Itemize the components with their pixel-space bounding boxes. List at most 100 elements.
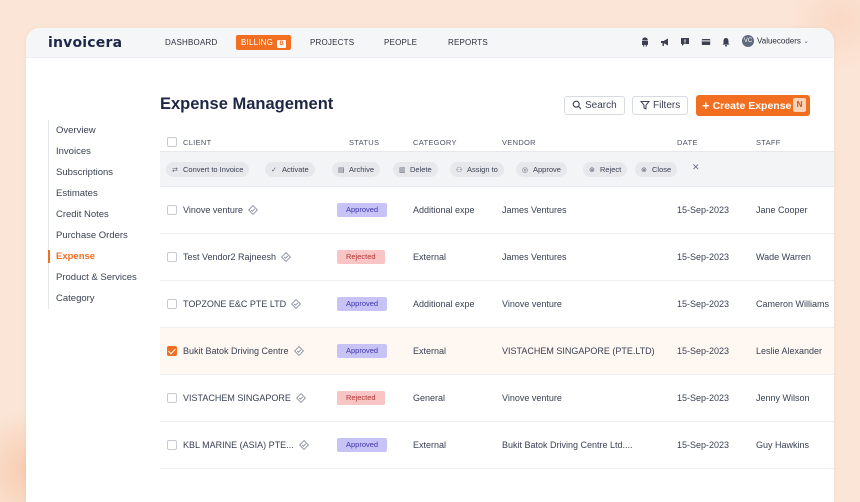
cell-vendor: James Ventures: [502, 252, 567, 262]
cell-vendor: Bukit Batok Driving Centre Ltd....: [502, 440, 633, 450]
nav-people[interactable]: PEOPLE: [384, 38, 417, 47]
search-button[interactable]: Search: [564, 96, 625, 115]
android-icon[interactable]: [640, 37, 650, 47]
cell-client[interactable]: VISTACHEM SINGAPORE: [183, 393, 306, 403]
archive-icon: ▤: [338, 167, 345, 174]
convert-to-invoice-button[interactable]: ⇄ Convert to Invoice: [166, 162, 250, 177]
col-vendor[interactable]: VENDOR: [502, 138, 536, 147]
cell-staff: Cameron Williams: [756, 299, 830, 309]
sidebar-item-overview[interactable]: Overview: [49, 120, 148, 141]
status-badge: Rejected: [337, 250, 385, 264]
table-row[interactable]: Test Vendor2 Rajneesh Rejected External Jam…: [160, 234, 834, 281]
approve-button[interactable]: ◎ Approve: [516, 162, 567, 177]
row-checkbox[interactable]: [167, 205, 177, 215]
expense-table: CLIENT STATUS CATEGORY VENDOR DATE STAFF…: [160, 132, 834, 469]
approve-icon: ◎: [522, 167, 529, 174]
cell-category: External: [413, 440, 447, 450]
table-body: Vinove venture Approved Additional expe Jam…: [160, 187, 834, 469]
user-menu[interactable]: VC Valuecoders ⌄: [742, 35, 809, 47]
table-row[interactable]: VISTACHEM SINGAPORE Rejected General Vinove…: [160, 375, 834, 422]
col-category[interactable]: CATEGORY: [413, 138, 457, 147]
verified-icon: [291, 299, 302, 309]
select-all-checkbox[interactable]: [167, 137, 177, 147]
table-header: CLIENT STATUS CATEGORY VENDOR DATE STAFF: [160, 132, 834, 152]
cell-client[interactable]: Test Vendor2 Rajneesh: [183, 252, 292, 262]
sidebar-item-invoices[interactable]: Invoices: [49, 141, 148, 162]
assign-label: Assign to: [467, 165, 498, 174]
close-button[interactable]: ⊗ Close: [635, 162, 678, 177]
row-checkbox[interactable]: [167, 393, 177, 403]
sidebar-item-expense[interactable]: Expense: [48, 246, 148, 267]
col-staff[interactable]: STAFF: [756, 138, 781, 147]
row-checkbox[interactable]: [167, 299, 177, 309]
sidebar-item-credit-notes[interactable]: Credit Notes: [49, 204, 148, 225]
convert-icon: ⇄: [172, 167, 178, 174]
table-row[interactable]: KBL MARINE (ASIA) PTE... Approved External…: [160, 422, 834, 469]
row-checkbox[interactable]: [167, 440, 177, 450]
cell-client[interactable]: TOPZONE E&C PTE LTD: [183, 299, 302, 309]
row-checkbox[interactable]: [167, 252, 177, 262]
plus-icon: +: [702, 98, 710, 113]
user-name: Valuecoders: [757, 36, 801, 46]
cell-date: 15-Sep-2023: [677, 440, 730, 450]
status-badge: Approved: [337, 438, 388, 452]
app-logo[interactable]: invoicera: [48, 35, 122, 51]
sidebar-item-purchase-orders[interactable]: Purchase Orders: [49, 225, 148, 246]
app-window: invoicera DASHBOARD BILLING B PROJECTS PE…: [26, 28, 834, 502]
cell-vendor: James Ventures: [502, 205, 567, 215]
delete-button[interactable]: ▥ Delete: [393, 162, 438, 177]
card-icon[interactable]: [701, 37, 711, 47]
sidebar-item-product-services[interactable]: Product & Services: [49, 267, 148, 288]
reject-button[interactable]: ⊗ Reject: [583, 162, 628, 177]
activate-button[interactable]: ✓ Activate: [265, 162, 315, 177]
cell-category: External: [413, 346, 447, 356]
cell-staff: Jane Cooper: [756, 205, 808, 215]
sidebar-item-category[interactable]: Category: [49, 288, 148, 309]
bulk-action-bar: ⇄ Convert to Invoice ✓ Activate ▤ Archive ▥…: [160, 152, 834, 187]
cell-client[interactable]: Vinove venture: [183, 205, 258, 215]
close-icon[interactable]: ✕: [692, 162, 700, 173]
sidebar-item-subscriptions[interactable]: Subscriptions: [49, 162, 148, 183]
client-name: Vinove venture: [183, 205, 243, 215]
search-label: Search: [585, 100, 617, 111]
sidebar: Overview Invoices Subscriptions Estimate…: [48, 120, 148, 309]
cell-staff: Wade Warren: [756, 252, 811, 262]
nav-reports[interactable]: REPORTS: [448, 38, 488, 47]
help-icon[interactable]: [680, 37, 690, 47]
reject-label: Reject: [600, 165, 622, 174]
col-status[interactable]: STATUS: [349, 138, 379, 147]
col-date[interactable]: DATE: [677, 138, 698, 147]
client-name: TOPZONE E&C PTE LTD: [183, 299, 287, 309]
trash-icon: ▥: [399, 167, 406, 174]
cell-staff: Jenny Wilson: [756, 393, 810, 403]
megaphone-icon[interactable]: [660, 37, 670, 47]
nav-billing[interactable]: BILLING B: [236, 35, 292, 50]
archive-button[interactable]: ▤ Archive: [332, 162, 381, 177]
row-checkbox[interactable]: [167, 346, 177, 356]
nav-dashboard[interactable]: DASHBOARD: [165, 38, 217, 47]
status-badge: Rejected: [337, 391, 385, 405]
table-row[interactable]: Bukit Batok Driving Centre Approved Extern…: [160, 328, 834, 375]
cell-date: 15-Sep-2023: [677, 252, 730, 262]
sidebar-item-estimates[interactable]: Estimates: [49, 183, 148, 204]
table-row[interactable]: Vinove venture Approved Additional expe Jam…: [160, 187, 834, 234]
table-row[interactable]: TOPZONE E&C PTE LTD Approved Additional ex…: [160, 281, 834, 328]
col-client[interactable]: CLIENT: [183, 138, 211, 147]
client-name: VISTACHEM SINGAPORE: [183, 393, 291, 403]
chevron-down-icon: ⌄: [803, 38, 809, 45]
cell-vendor: VISTACHEM SINGAPORE (PTE.LTD): [502, 346, 655, 356]
cell-category: External: [413, 252, 447, 262]
cell-client[interactable]: KBL MARINE (ASIA) PTE...: [183, 440, 309, 450]
filters-button[interactable]: Filters: [632, 96, 689, 115]
nav-billing-label: BILLING: [241, 38, 274, 47]
cell-client[interactable]: Bukit Batok Driving Centre: [183, 346, 304, 356]
create-expense-label: Create Expense: [712, 100, 792, 112]
users-icon: ⚇: [456, 167, 463, 174]
client-name: Bukit Batok Driving Centre: [183, 346, 289, 356]
cell-vendor: Vinove venture: [502, 299, 562, 309]
bell-icon[interactable]: [721, 37, 731, 47]
assign-to-button[interactable]: ⚇ Assign to: [450, 162, 504, 177]
create-expense-button[interactable]: + Create Expense N: [696, 95, 810, 116]
client-name: Test Vendor2 Rajneesh: [183, 252, 277, 262]
nav-projects[interactable]: PROJECTS: [310, 38, 354, 47]
